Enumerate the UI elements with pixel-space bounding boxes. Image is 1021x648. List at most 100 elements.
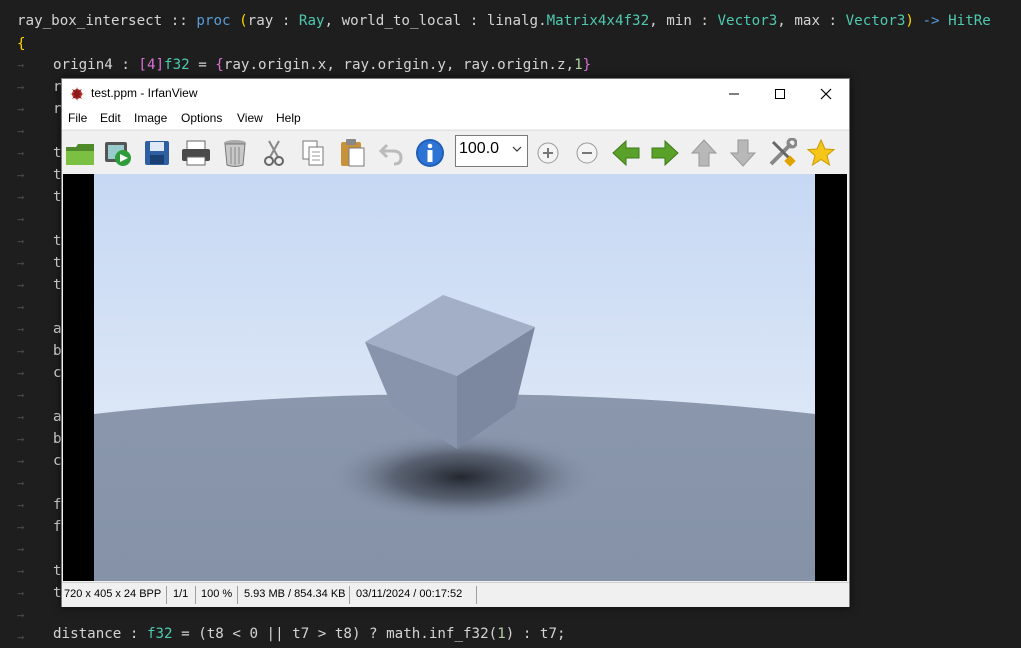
- code-line-3: origin4 : [4]f32 = {ray.origin.x, ray.or…: [53, 54, 591, 76]
- open-brace: {: [17, 36, 26, 52]
- zoom-value: 100.0: [459, 140, 500, 157]
- tab-marker: →: [17, 256, 25, 270]
- minimize-icon: [729, 93, 739, 95]
- token: ) : t7;: [505, 626, 566, 642]
- token: =: [172, 626, 199, 642]
- token: ,: [649, 13, 667, 29]
- copy-icon: [302, 140, 324, 166]
- delete-icon: [224, 140, 246, 167]
- number: 1: [574, 57, 583, 73]
- slideshow-icon: [105, 142, 131, 166]
- zoom-dropdown[interactable]: 100.0: [455, 135, 528, 167]
- zoom-in-icon: [537, 142, 559, 164]
- up-icon: [691, 139, 717, 167]
- tab-marker: →: [17, 520, 25, 534]
- menu-edit[interactable]: Edit: [100, 111, 121, 125]
- toolbar: 100.0: [62, 130, 849, 173]
- status-bar: 720 x 405 x 24 BPP 1/1 100 % 5.93 MB / 8…: [62, 582, 849, 607]
- open-button[interactable]: [63, 136, 97, 170]
- settings-icon: [769, 138, 797, 167]
- favorite-icon: [806, 138, 836, 167]
- status-datetime: 03/11/2024 / 00:17:52: [356, 588, 463, 600]
- close-icon: [820, 88, 832, 100]
- package-name: linalg.: [486, 13, 547, 29]
- print-button[interactable]: [179, 136, 213, 170]
- tab-marker: →: [17, 630, 25, 644]
- cut-button[interactable]: [257, 136, 291, 170]
- next-icon: [651, 140, 679, 166]
- code-line-last: distance : f32 = (t8 < 0 || t7 > t8) ? m…: [53, 623, 566, 645]
- array-size: [4]: [138, 57, 165, 73]
- undo-icon: [378, 143, 403, 166]
- window-title: test.ppm - IrfanView: [91, 86, 198, 100]
- delete-button[interactable]: [218, 136, 252, 170]
- copy-button[interactable]: [296, 136, 330, 170]
- param-name: min: [666, 13, 692, 29]
- type-name: f32: [164, 57, 190, 73]
- zoom-in-button[interactable]: [531, 136, 565, 170]
- tab-marker: →: [17, 432, 25, 446]
- tab-marker: →: [17, 234, 25, 248]
- tab-marker: →: [17, 498, 25, 512]
- paste-icon: [341, 139, 365, 167]
- menu-image[interactable]: Image: [134, 111, 167, 125]
- favorite-button[interactable]: [804, 136, 838, 170]
- title-bar[interactable]: test.ppm - IrfanView: [62, 79, 849, 109]
- tab-marker: →: [17, 322, 25, 336]
- token: :: [461, 13, 487, 29]
- tab-marker: →: [17, 454, 25, 468]
- next-button[interactable]: [648, 136, 682, 170]
- minimize-button[interactable]: [711, 79, 757, 109]
- token: ::: [162, 13, 197, 29]
- irfanview-window[interactable]: test.ppm - IrfanView File Edit Image Opt…: [61, 78, 850, 607]
- var-name: distance: [53, 626, 122, 642]
- token: :: [121, 626, 147, 642]
- var-name: origin4: [53, 57, 113, 73]
- tab-marker: →: [17, 278, 25, 292]
- down-button[interactable]: [726, 136, 760, 170]
- info-button[interactable]: [413, 136, 447, 170]
- menu-file[interactable]: File: [68, 111, 87, 125]
- paste-button[interactable]: [335, 136, 369, 170]
- up-button[interactable]: [687, 136, 721, 170]
- expr: ray.origin.x, ray.origin.y, ray.origin.z…: [223, 57, 575, 73]
- irfanview-app-icon: [70, 87, 84, 101]
- menu-view[interactable]: View: [237, 111, 263, 125]
- tab-marker: →: [17, 564, 25, 578]
- token: =: [189, 57, 216, 73]
- info-icon: [416, 139, 444, 167]
- previous-icon: [612, 140, 640, 166]
- close-button[interactable]: [803, 79, 849, 109]
- param-name: ray: [247, 13, 274, 29]
- cube-shadow: [327, 432, 597, 522]
- status-divider: [237, 586, 238, 604]
- tab-marker: →: [17, 476, 25, 490]
- tab-marker: →: [17, 300, 25, 314]
- menu-help[interactable]: Help: [276, 111, 301, 125]
- save-button[interactable]: [140, 136, 174, 170]
- tab-marker: →: [17, 608, 25, 622]
- image-viewport[interactable]: [63, 174, 847, 581]
- maximize-button[interactable]: [757, 79, 803, 109]
- token: :: [820, 13, 846, 29]
- previous-button[interactable]: [609, 136, 643, 170]
- code-line-1: ray_box_intersect :: proc (ray : Ray, wo…: [17, 10, 991, 32]
- type-name: Matrix4x4f32: [546, 13, 650, 29]
- tab-marker: →: [17, 542, 25, 556]
- print-icon: [182, 140, 210, 166]
- slideshow-button[interactable]: [101, 136, 135, 170]
- undo-button[interactable]: [374, 136, 408, 170]
- token: :: [273, 13, 299, 29]
- expr: (t8 < 0 || t7 > t8) ? math.inf_f32(: [198, 626, 498, 642]
- zoom-out-button[interactable]: [570, 136, 604, 170]
- menu-bar: File Edit Image Options View Help: [62, 109, 849, 129]
- tab-marker: →: [17, 586, 25, 600]
- settings-button[interactable]: [765, 136, 799, 170]
- status-size: 5.93 MB / 854.34 KB: [244, 588, 346, 600]
- status-page: 1/1: [173, 588, 189, 600]
- tab-marker: →: [17, 80, 25, 94]
- maximize-icon: [775, 89, 785, 99]
- token: :: [691, 13, 718, 29]
- token: (: [230, 13, 248, 29]
- menu-options[interactable]: Options: [181, 111, 222, 125]
